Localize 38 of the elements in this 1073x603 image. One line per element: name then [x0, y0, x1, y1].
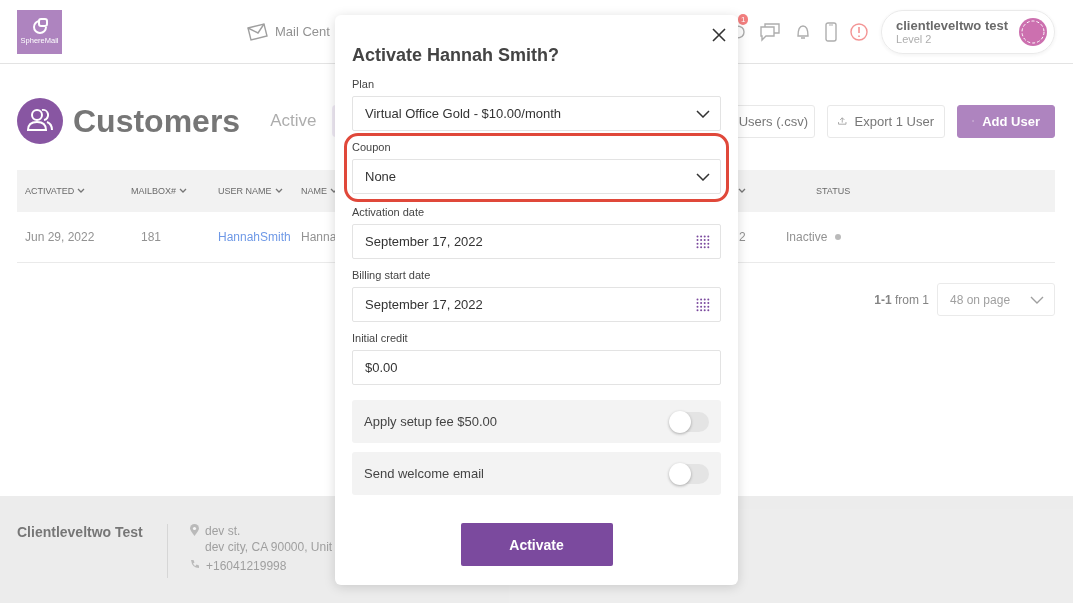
- dialog-title: Activate Hannah Smith?: [352, 45, 561, 66]
- table-cell: Jun 29, 2022: [25, 230, 95, 244]
- field-label: Coupon: [352, 141, 392, 153]
- pagination-info: 1-1 from 1: [874, 292, 929, 307]
- add-user-button[interactable]: Add User: [957, 104, 1055, 138]
- column-header[interactable]: USER NAME: [218, 186, 272, 196]
- select-field[interactable]: Virtual Office Gold - $10.00/month: [352, 96, 721, 131]
- column-header[interactable]: ACTIVATED: [25, 186, 75, 196]
- export-button[interactable]: Export 1 User: [827, 104, 945, 138]
- page-title: Customers: [73, 102, 241, 140]
- table-cell: Hanna: [301, 230, 337, 244]
- activate-button[interactable]: Activate: [460, 523, 613, 566]
- date-field[interactable]: September 17, 2022: [352, 287, 721, 322]
- toggle-label: Apply setup fee $50.00: [364, 414, 497, 429]
- field-label: Billing start date: [352, 269, 432, 281]
- column-header[interactable]: NAME: [301, 186, 327, 196]
- select-field[interactable]: None: [352, 159, 721, 194]
- input-field[interactable]: $0.00: [352, 350, 721, 385]
- field-label: Activation date: [352, 206, 426, 218]
- table-cell: 181: [141, 230, 162, 244]
- notification-badge: 1: [738, 13, 749, 25]
- toggle-label: Send welcome email: [364, 466, 484, 481]
- column-header[interactable]: MAILBOX#: [131, 186, 177, 196]
- date-field[interactable]: September 17, 2022: [352, 224, 721, 259]
- table-cell: Inactive: [786, 230, 828, 244]
- address-line: dev st.: [205, 524, 242, 538]
- column-header[interactable]: STATUS: [816, 186, 851, 196]
- page-size-select[interactable]: 48 on page: [937, 283, 1055, 316]
- company-name: Clientleveltwo Test: [17, 524, 144, 542]
- user-link[interactable]: HannahSmith: [218, 230, 291, 244]
- phone-number: +16041219998: [206, 559, 287, 573]
- nav-item[interactable]: Mail Cent: [245, 20, 330, 43]
- user-level: Level 2: [896, 33, 933, 45]
- address-line: dev city, CA 90000, Unit: [205, 540, 333, 554]
- user-name: clientleveltwo test: [896, 18, 1008, 33]
- field-label: Initial credit: [352, 332, 409, 344]
- table-cell: 2: [739, 230, 746, 244]
- field-label: Plan: [352, 78, 376, 90]
